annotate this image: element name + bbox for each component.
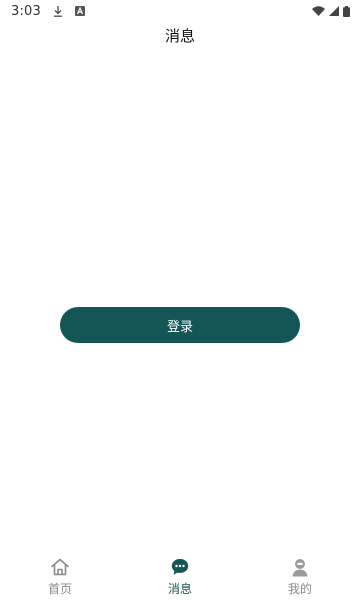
signal-icon	[329, 6, 339, 16]
status-left: 3:03	[11, 4, 85, 19]
nav-item-profile[interactable]: 我的	[240, 550, 360, 597]
a-icon	[75, 6, 85, 16]
battery-icon	[343, 5, 350, 17]
status-right	[312, 5, 350, 17]
wifi-icon	[312, 6, 325, 16]
nav-label-home: 首页	[47, 582, 72, 596]
page-title: 消息	[164, 26, 195, 45]
bottom-nav: 首页 消息 我的	[0, 550, 360, 600]
header: 消息	[0, 22, 360, 48]
nav-item-home[interactable]: 首页	[0, 550, 120, 597]
download-icon	[53, 5, 63, 17]
status-bar: 3:03	[0, 0, 360, 22]
status-time: 3:03	[11, 3, 41, 19]
nav-label-profile: 我的	[287, 582, 312, 596]
home-icon	[50, 557, 70, 577]
user-icon	[290, 557, 310, 577]
nav-item-messages[interactable]: 消息	[120, 550, 240, 597]
chat-bubble-icon	[170, 557, 190, 577]
login-button[interactable]: 登录	[60, 307, 300, 343]
nav-label-messages: 消息	[167, 582, 192, 596]
